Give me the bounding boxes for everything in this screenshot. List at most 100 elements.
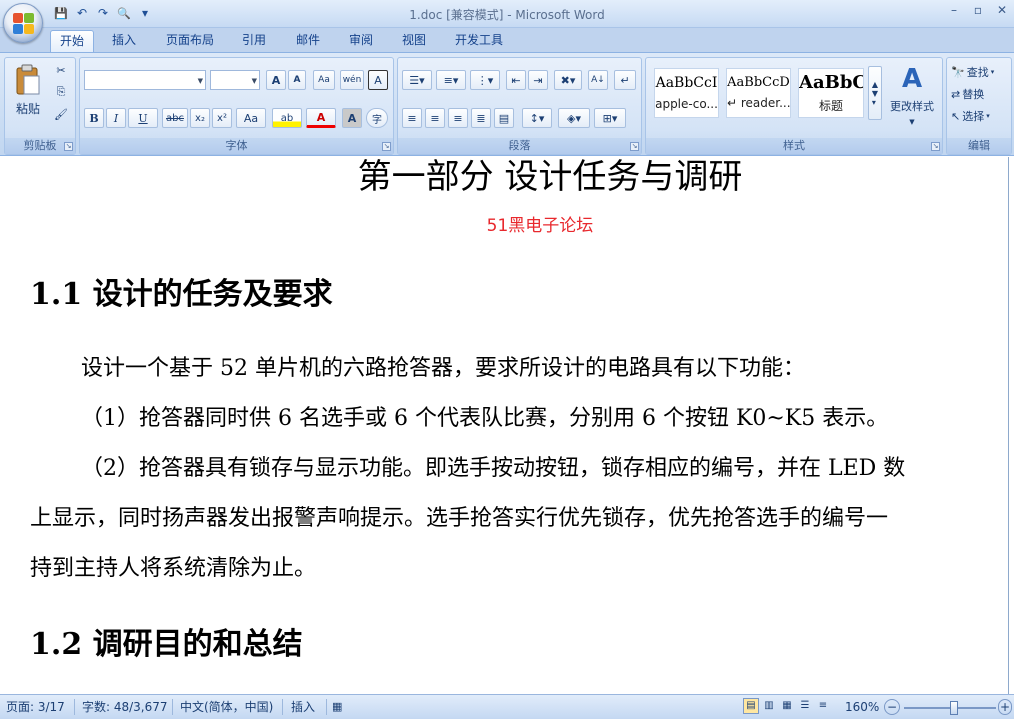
ribbon-tabs: 开始 插入 页面布局 引用 邮件 审阅 视图 开发工具 [0,28,1014,52]
style-gallery-item[interactable]: AaBbCcD ↵ reader... [726,68,791,118]
document-page[interactable]: 第一部分 设计任务与调研 51黑电子论坛 1.1 设计的任务及要求 设计一个基于… [0,157,1014,694]
paste-button[interactable]: 粘贴 [11,100,45,116]
macro-record-icon[interactable]: ▦ [332,698,348,716]
font-size-combo[interactable]: ▼ [210,70,260,90]
web-layout-icon[interactable]: ▦ [779,698,795,714]
minimize-button[interactable]: – [942,0,966,20]
tab-page-layout[interactable]: 页面布局 [158,30,222,52]
distributed-icon[interactable]: ▤ [494,108,514,128]
decrease-indent-icon[interactable]: ⇤ [506,70,526,90]
phonetic-guide-button[interactable]: wén [340,70,364,90]
style-preview: AaBbCcI [655,75,718,91]
heading-1-2: 1.2 调研目的和总结 [30,627,303,662]
font-name-combo[interactable]: ▼ [84,70,206,90]
tab-insert[interactable]: 插入 [104,30,144,52]
italic-button[interactable]: I [106,108,126,128]
select-button[interactable]: ↖ 选择 ▾ [951,106,1011,126]
change-styles-button[interactable]: 更改样式 [884,98,940,114]
page-indicator[interactable]: 页面: 3/17 [6,698,65,716]
change-styles-icon[interactable]: A [892,62,932,96]
style-preview: AaBbCcD [727,75,790,90]
zoom-level[interactable]: 160% [845,698,879,716]
strikethrough-button[interactable]: abc [162,108,188,128]
clipboard-launcher-icon[interactable]: ↘ [64,142,73,151]
borders-icon[interactable]: ⊞▾ [594,108,626,128]
zoom-slider-thumb[interactable] [950,701,958,715]
close-button[interactable]: ✕ [990,0,1014,20]
shrink-font-button[interactable]: A [288,70,306,90]
char-border-button[interactable]: A [368,70,388,90]
format-painter-icon[interactable]: 🖌 [53,106,69,122]
increase-indent-icon[interactable]: ⇥ [528,70,548,90]
enclose-chars-button[interactable]: 字 [366,108,388,128]
subscript-button[interactable]: x₂ [190,108,210,128]
replace-button[interactable]: ⇄ 替换 [951,84,1011,104]
underline-button[interactable]: U [128,108,158,128]
tab-home[interactable]: 开始 [50,30,94,52]
tab-mailings[interactable]: 邮件 [288,30,328,52]
shading-icon[interactable]: ◈▾ [558,108,590,128]
replace-icon: ⇄ [951,87,961,101]
line-spacing-icon[interactable]: ↕▾ [522,108,552,128]
font-label: 字体 [80,138,393,154]
style-gallery-item[interactable]: AaBbC 标题 [798,68,864,118]
styles-launcher-icon[interactable]: ↘ [931,142,940,151]
style-gallery-item[interactable]: AaBbCcI apple-co... [654,68,719,118]
gallery-scroll-icon[interactable]: ▲ ▼ ▾ [868,66,882,120]
zoom-slider-track[interactable] [904,701,996,715]
paste-icon[interactable] [11,62,45,98]
paragraph-launcher-icon[interactable]: ↘ [630,142,639,151]
binoculars-icon: 🔭 [951,65,965,79]
find-label: 查找 [966,66,989,79]
tab-view[interactable]: 视图 [394,30,434,52]
zoom-in-button[interactable]: + [998,699,1012,715]
title-bar: 💾 ↶ ↷ 🔍 ▾ 1.doc [兼容模式] - Microsoft Word … [0,0,1014,28]
cursor-icon: ↖ [951,109,961,123]
chinese-layout-icon[interactable]: ✖▾ [554,70,582,90]
print-layout-icon[interactable]: ▤ [743,698,759,714]
bold-button[interactable]: B [84,108,104,128]
outline-view-icon[interactable]: ☰ [797,698,813,714]
change-styles-dropdown-icon[interactable]: ▼ [904,116,920,128]
paragraph-group: ☰▾ ≡▾ ⋮▾ ⇤ ⇥ ✖▾ A↓ ↵ ≡ ≡ ≡ ≣ ▤ ↕▾ ◈▾ ⊞▾ … [397,57,642,155]
word-count[interactable]: 字数: 48/3,677 [82,698,168,716]
sort-icon[interactable]: A↓ [588,70,608,90]
superscript-button[interactable]: x² [212,108,232,128]
draft-view-icon[interactable]: ≡ [815,698,831,714]
tab-references[interactable]: 引用 [234,30,274,52]
copy-icon[interactable]: ⎘ [53,84,69,100]
clear-format-button[interactable]: Aa [313,70,335,90]
office-button[interactable] [3,3,43,43]
find-button[interactable]: 🔭 查找 ▾ [951,62,1011,82]
maximize-button[interactable]: ▫ [966,0,990,20]
paragraph-2: （1）抢答器同时供 6 名选手或 6 个代表队比赛，分别用 6 个按钮 K0~K… [81,406,889,431]
highlight-button[interactable]: ab [272,108,302,128]
full-screen-reading-icon[interactable]: ▥ [761,698,777,714]
font-launcher-icon[interactable]: ↘ [382,142,391,151]
select-label: 选择 [962,110,985,123]
part-title: 第一部分 设计任务与调研 [357,157,743,197]
tab-developer[interactable]: 开发工具 [446,30,512,52]
insert-mode[interactable]: 插入 [291,698,315,716]
replace-label: 替换 [962,88,985,101]
numbering-icon[interactable]: ≡▾ [436,70,466,90]
align-right-icon[interactable]: ≡ [448,108,468,128]
language-indicator[interactable]: 中文(简体，中国) [180,698,273,716]
show-marks-icon[interactable]: ↵ [614,70,636,90]
zoom-out-button[interactable]: − [884,699,900,715]
change-case-button[interactable]: Aa [236,108,266,128]
bullets-icon[interactable]: ☰▾ [402,70,432,90]
align-left-icon[interactable]: ≡ [402,108,422,128]
align-center-icon[interactable]: ≡ [425,108,445,128]
grow-font-button[interactable]: A [266,70,286,90]
char-shading-button[interactable]: A [342,108,362,128]
tab-review[interactable]: 审阅 [341,30,381,52]
font-color-button[interactable]: A [306,108,336,128]
vertical-scrollbar[interactable] [1008,157,1014,694]
style-name: apple-co... [655,97,718,111]
justify-icon[interactable]: ≣ [471,108,491,128]
window-title: 1.doc [兼容模式] - Microsoft Word [409,8,605,22]
multilevel-list-icon[interactable]: ⋮▾ [470,70,500,90]
cut-icon[interactable]: ✂ [53,62,69,78]
paragraph-3-line-2: 上显示，同时扬声器发出报警声响提示。选手抢答实行优先锁存，优先抢答选手的编号一 [30,506,889,531]
